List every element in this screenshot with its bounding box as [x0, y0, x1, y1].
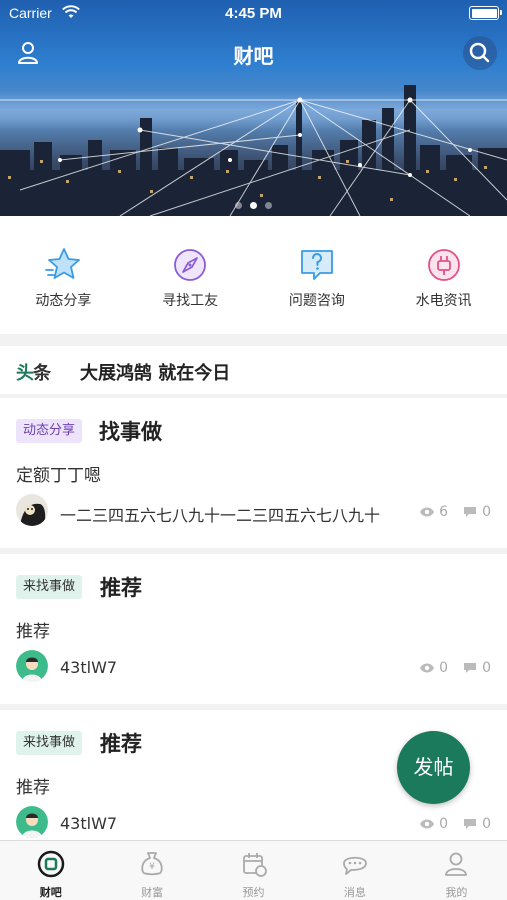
category-label: 寻找工友	[162, 293, 219, 309]
page-title: 财吧	[233, 44, 274, 68]
eye-icon	[420, 663, 435, 673]
headline-tag-a: 头	[16, 363, 34, 384]
tab-appointment[interactable]: 预约	[203, 841, 304, 900]
banner-carousel[interactable]: Carrier 4:45 PM 财吧	[0, 0, 507, 216]
comment-count: 0	[482, 816, 491, 832]
post-title: 推荐	[100, 576, 142, 600]
headline-tag-b: 条	[33, 363, 51, 384]
carousel-dot[interactable]	[235, 202, 242, 209]
category-grid: 动态分享 寻找工友 问题咨询 水电资讯	[0, 216, 507, 334]
avatar-image	[16, 650, 48, 682]
avatar[interactable]	[16, 806, 48, 838]
tab-caiba[interactable]: 财吧	[0, 841, 101, 900]
comment-count: 0	[482, 504, 491, 520]
svg-text:¥: ¥	[149, 862, 155, 872]
view-count: 0	[439, 660, 449, 676]
new-post-button[interactable]: 发帖	[397, 731, 470, 804]
headline-tag: 头条	[16, 359, 51, 385]
question-icon	[300, 250, 333, 280]
category-label: 动态分享	[35, 293, 92, 309]
post-body: 定额丁丁嗯	[16, 466, 101, 486]
post-stats: 0 0	[419, 816, 491, 832]
comment-icon	[464, 507, 477, 517]
carousel-dot[interactable]	[265, 202, 272, 209]
post-author: 43tlW7	[60, 814, 118, 833]
search-icon	[469, 42, 490, 63]
plug-icon	[427, 249, 460, 281]
category-find-workmate[interactable]: 寻找工友	[127, 216, 254, 334]
calendar-icon	[242, 853, 267, 877]
eye-icon	[420, 819, 435, 829]
nav-bar: 财吧	[0, 34, 507, 70]
post-title: 找事做	[99, 420, 162, 444]
compass-icon	[174, 249, 207, 281]
tab-label: 预约	[242, 886, 265, 899]
tab-label: 消息	[343, 886, 366, 899]
avatar-image	[16, 806, 48, 838]
comment-icon	[464, 819, 477, 829]
category-utilities-news[interactable]: 水电资讯	[380, 216, 507, 334]
tab-label: 财吧	[39, 886, 62, 899]
tab-wealth[interactable]: ¥ 财富	[101, 841, 202, 900]
category-label: 问题咨询	[288, 293, 345, 309]
headline-bar[interactable]: 头条 大展鸿鹄 就在今日	[0, 346, 507, 394]
view-count: 0	[439, 816, 449, 832]
tab-mine[interactable]: 我的	[406, 841, 507, 900]
comment-count: 0	[482, 660, 491, 676]
post-category-badge: 来找事做	[16, 731, 83, 755]
avatar[interactable]	[16, 494, 48, 526]
chat-icon	[343, 856, 367, 875]
post-title: 推荐	[100, 732, 142, 756]
battery-icon	[469, 6, 502, 20]
post-author: 43tlW7	[60, 658, 118, 677]
post-body: 推荐	[16, 622, 50, 642]
headline-text: 大展鸿鹄 就在今日	[80, 363, 231, 384]
tab-label: 我的	[445, 886, 468, 899]
post-category-badge: 动态分享	[16, 419, 83, 443]
search-button[interactable]	[463, 36, 497, 70]
category-label: 水电资讯	[415, 293, 472, 309]
tab-bar: 财吧 ¥ 财富 预约 消息 我的	[0, 840, 507, 900]
status-time: 4:45 PM	[225, 5, 282, 22]
post-category-badge: 来找事做	[16, 575, 83, 599]
eye-icon	[420, 507, 435, 517]
carousel-dot-active[interactable]	[250, 202, 257, 209]
post-card[interactable]: 动态分享 找事做 定额丁丁嗯 一二三四五六七八九十一二三四五六七八九十 6 0	[0, 398, 507, 548]
comment-icon	[464, 663, 477, 673]
city-skyline-image	[0, 85, 507, 216]
category-dynamic-share[interactable]: 动态分享	[0, 216, 127, 334]
home-icon	[37, 850, 64, 878]
post-author: 一二三四五六七八九十一二三四五六七八九十	[60, 506, 381, 525]
post-stats: 0 0	[419, 660, 491, 676]
category-question[interactable]: 问题咨询	[254, 216, 381, 334]
money-bag-icon: ¥	[141, 852, 163, 876]
status-bar: Carrier 4:45 PM	[0, 0, 507, 28]
tab-messages[interactable]: 消息	[304, 841, 405, 900]
post-card[interactable]: 来找事做 推荐 推荐 43tlW7 0 0	[0, 554, 507, 704]
star-icon	[45, 248, 81, 279]
profile-icon	[445, 852, 468, 876]
avatar-image	[16, 494, 48, 526]
carousel-dots	[0, 194, 507, 213]
tab-label: 财富	[141, 886, 164, 899]
post-body: 推荐	[16, 778, 50, 798]
post-stats: 6 0	[419, 504, 491, 520]
avatar[interactable]	[16, 650, 48, 682]
view-count: 6	[439, 504, 449, 520]
